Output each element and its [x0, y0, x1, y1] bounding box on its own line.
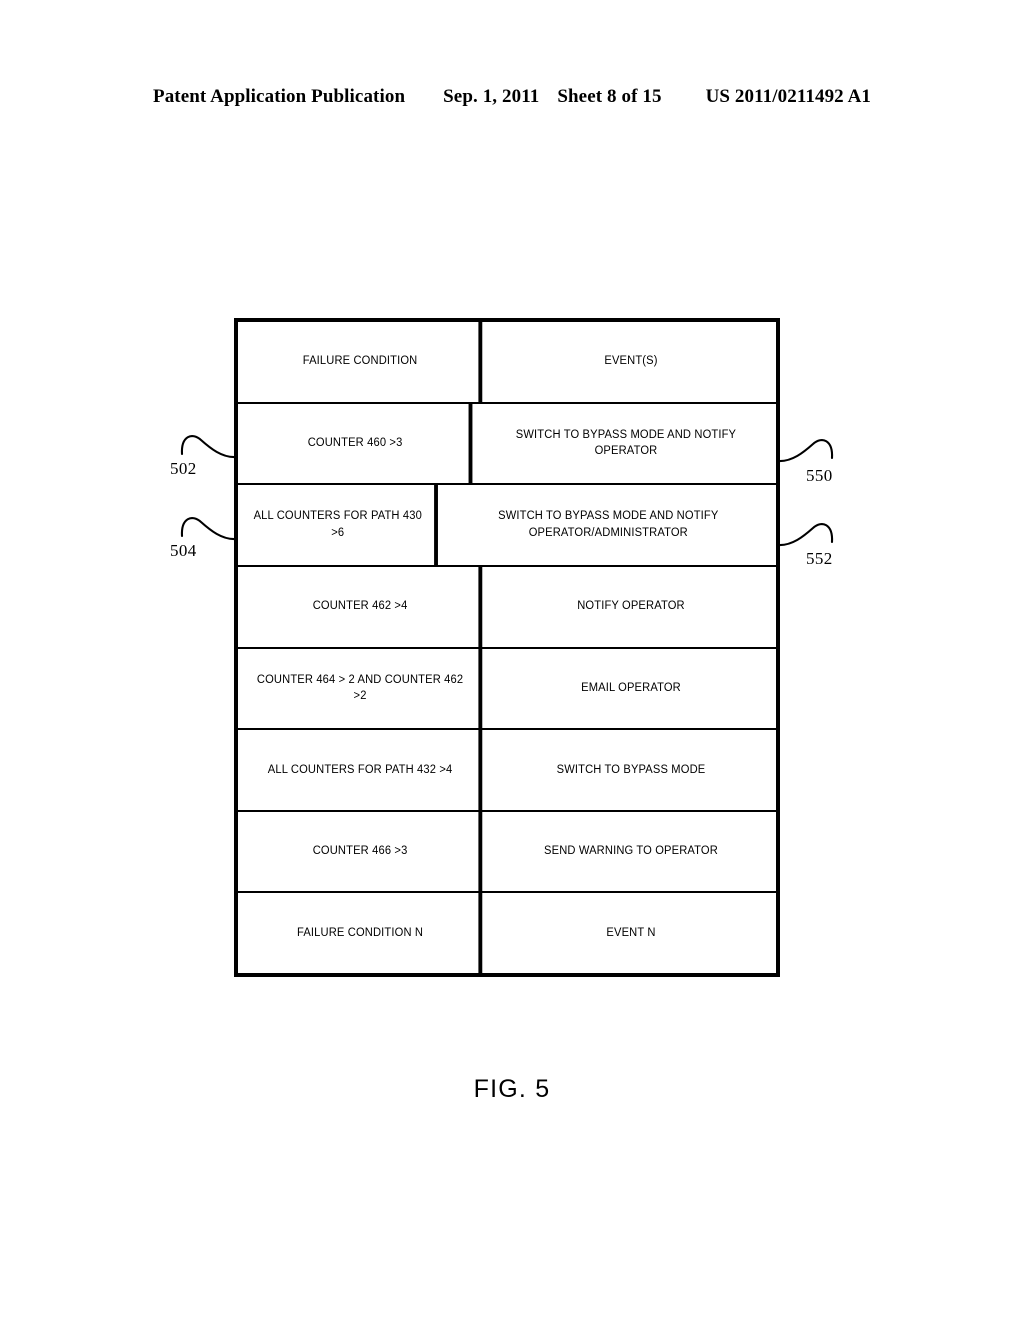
publication-date: Sep. 1, 2011: [443, 86, 540, 107]
cell-event: SWITCH TO BYPASS MODE AND NOTIFY OPERATO…: [498, 510, 719, 540]
reference-numeral-552: 552: [806, 549, 833, 568]
cell-event: NOTIFY OPERATOR: [577, 600, 685, 613]
cell-event: EMAIL OPERATOR: [581, 681, 681, 694]
cell-event: SWITCH TO BYPASS MODE: [556, 763, 706, 776]
cell-failure-condition: ALL COUNTERS FOR PATH 432 >4: [242, 730, 483, 810]
figure-caption: FIG. 5: [473, 1075, 551, 1103]
column-header-events: EVENT(S): [604, 355, 658, 368]
patent-header: Patent Application Publication Sep. 1, 2…: [0, 86, 1024, 116]
reference-numeral-550: 550: [806, 466, 833, 485]
cell-failure-condition: ALL COUNTERS FOR PATH 430 >6: [241, 485, 439, 565]
table-row: COUNTER 462 >4 NOTIFY OPERATOR: [238, 566, 776, 649]
reference-numeral-502: 502: [170, 459, 197, 478]
cell-failure-condition: COUNTER 462 >4: [242, 566, 483, 647]
table-row: COUNTER 464 > 2 AND COUNTER 462 >2 EMAIL…: [238, 648, 776, 731]
column-header-failure-condition: FAILURE CONDITION: [242, 322, 483, 402]
cell-failure-condition: FAILURE CONDITION N: [242, 893, 483, 973]
publication-label: Patent Application Publication: [152, 86, 406, 107]
cell-event: SEND WARNING TO OPERATOR: [544, 845, 718, 858]
reference-numeral-504: 504: [170, 541, 197, 560]
sheet-number: Sheet 8 of 15: [557, 86, 662, 107]
table-row: COUNTER 466 >3 SEND WARNING TO OPERATOR: [238, 811, 776, 894]
table-row: FAILURE CONDITION N EVENT N: [238, 893, 776, 973]
table-header-row: FAILURE CONDITION EVENT(S): [238, 322, 776, 404]
cell-event: EVENT N: [606, 926, 656, 939]
failure-condition-event-table: FAILURE CONDITION EVENT(S) COUNTER 460 >…: [234, 318, 780, 977]
cell-event: SWITCH TO BYPASS MODE AND NOTIFY OPERATO…: [515, 428, 737, 458]
cell-failure-condition: COUNTER 460 >3: [242, 403, 473, 484]
table-row: ALL COUNTERS FOR PATH 432 >4 SWITCH TO B…: [238, 730, 776, 812]
cell-failure-condition: COUNTER 464 > 2 AND COUNTER 462 >2: [242, 648, 483, 729]
cell-failure-condition: COUNTER 466 >3: [242, 811, 483, 892]
table-row: ALL COUNTERS FOR PATH 430 >6 SWITCH TO B…: [238, 485, 776, 567]
table-row: COUNTER 460 >3 SWITCH TO BYPASS MODE AND…: [238, 403, 776, 486]
patent-number: US 2011/0211492 A1: [705, 86, 872, 107]
